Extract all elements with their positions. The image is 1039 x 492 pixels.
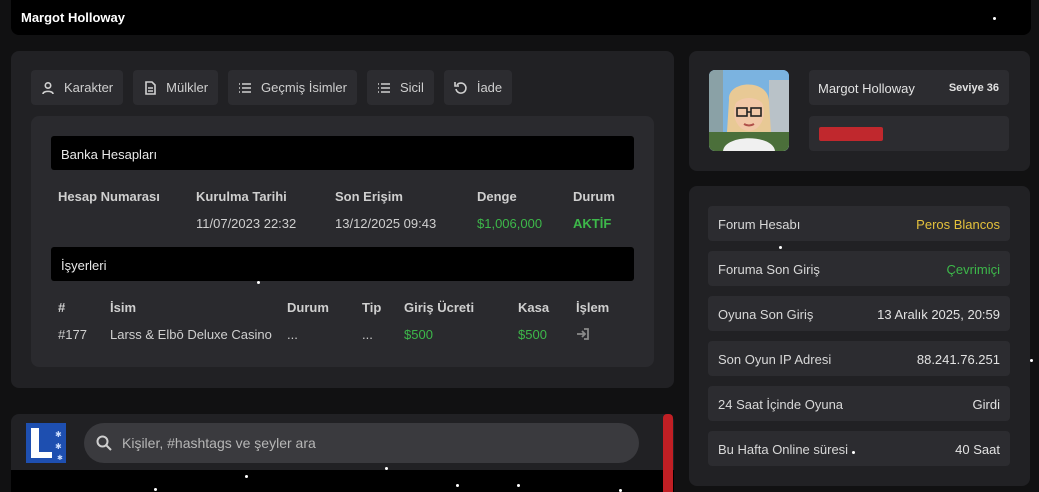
profile-name: Margot Holloway [818,81,915,96]
profile-status-box [809,116,1009,151]
profile-name-box: Margot Holloway Seviye 36 [809,70,1009,105]
info-row-24h-activity: 24 Saat İçinde Oyuna Girdi [708,386,1010,421]
scrollbar[interactable] [663,414,673,492]
svg-text:✱: ✱ [55,430,62,439]
svg-text:✱: ✱ [57,454,63,462]
info-row-last-ip: Son Oyun IP Adresi 88.241.76.251 [708,341,1010,376]
snow-particle [1030,359,1033,362]
profile-panel: Margot Holloway Seviye 36 [689,51,1030,171]
snow-particle [779,246,782,249]
tab-content: Banka Hesapları Hesap Numarası Kurulma T… [31,116,654,367]
tab-label: Sicil [400,80,424,95]
social-app: ✱ ✱ ✱ [11,414,674,492]
bank-header-account: Hesap Numarası [58,189,160,204]
tab-karakter[interactable]: Karakter [31,70,124,105]
svg-text:✱: ✱ [55,442,62,451]
info-value: 40 Saat [955,442,1000,457]
info-label: Forum Hesabı [718,217,801,232]
snow-particle [257,281,260,284]
feed-area [11,470,674,492]
refresh-icon [454,81,468,95]
bank-header-created: Kurulma Tarihi [196,189,287,204]
bank-header-status: Durum [573,189,615,204]
business-section-header: İşyerleri [51,247,634,281]
list-icon [238,81,252,95]
forum-account-link[interactable]: Peros Blancos [916,217,1000,232]
tab-label: İade [476,80,503,95]
level-badge: Seviye 36 [948,82,999,94]
snow-particle [852,451,855,454]
info-label: Bu Hafta Online süresi [718,442,849,457]
window-title: Margot Holloway [21,10,126,25]
app-logo-icon[interactable]: ✱ ✱ ✱ [26,423,66,463]
tab-label: Geçmiş İsimler [261,80,347,95]
snow-particle [517,484,520,487]
business-name: Larss & Elbō Deluxe Casino [110,327,272,342]
login-icon[interactable] [576,327,590,344]
info-label: Son Oyun IP Adresi [718,352,832,367]
info-label: Oyuna Son Giriş [718,307,814,322]
bank-status-badge: AKTİF [573,216,612,231]
bank-created: 11/07/2023 22:32 [196,216,297,231]
info-value: Girdi [972,397,1000,412]
character-panel: Karakter Mülkler Geçmiş İsimler Sicil İa… [11,51,674,388]
business-header-entry-fee: Giriş Ücreti [404,300,475,315]
snow-particle [154,488,157,491]
tab-label: Mülkler [166,80,209,95]
tab-bar: Karakter Mülkler Geçmiş İsimler Sicil İa… [31,70,513,105]
list-icon [377,81,391,95]
title-bar: Margot Holloway [11,0,1031,35]
bank-header-last-access: Son Erişim [335,189,403,204]
avatar [709,70,789,151]
bank-header-balance: Denge [477,189,517,204]
info-row-forum-account: Forum Hesabı Peros Blancos [708,206,1010,241]
search-icon [96,435,112,451]
status-bar [819,127,883,141]
search-bar [84,423,639,463]
business-header-cash: Kasa [518,300,550,315]
info-label: 24 Saat İçinde Oyuna [718,397,844,412]
info-value: 88.241.76.251 [916,352,1000,367]
business-header-status: Durum [287,300,329,315]
bank-last-access: 13/12/2025 09:43 [335,216,437,231]
business-cash: $500 [518,327,547,342]
info-row-game-last-login: Oyuna Son Giriş 13 Aralık 2025, 20:59 [708,296,1010,331]
business-id: #177 [58,327,87,342]
bank-section-header: Banka Hesapları [51,136,634,170]
document-icon [143,80,157,95]
business-header-action: İşlem [576,300,610,315]
user-icon [41,81,55,95]
snow-particle [993,17,996,20]
business-status: ... [287,327,298,342]
search-input[interactable] [122,423,622,463]
info-row-weekly-online: Bu Hafta Online süresi 40 Saat [708,431,1010,466]
snow-particle [456,484,459,487]
info-panel: Forum Hesabı Peros Blancos Foruma Son Gi… [689,186,1030,486]
business-header-type: Tip [362,300,382,315]
business-entry-fee: $500 [404,327,433,342]
info-label: Foruma Son Giriş [718,262,820,277]
business-header-name: İsim [110,300,137,315]
snow-particle [245,475,248,478]
business-header-id: # [58,300,66,315]
tab-gecmis-isimler[interactable]: Geçmiş İsimler [228,70,357,105]
tab-iade[interactable]: İade [443,70,513,105]
snow-particle [385,467,388,470]
tab-sicil[interactable]: Sicil [367,70,434,105]
info-row-forum-last-login: Foruma Son Giriş Çevrimiçi [708,251,1010,286]
bank-balance: $1,006,000 [477,216,543,231]
info-value: 13 Aralık 2025, 20:59 [877,307,1000,322]
info-value: Çevrimiçi [946,262,1000,277]
tab-label: Karakter [64,80,114,95]
tab-mulkler[interactable]: Mülkler [133,70,219,105]
business-type: ... [362,327,373,342]
